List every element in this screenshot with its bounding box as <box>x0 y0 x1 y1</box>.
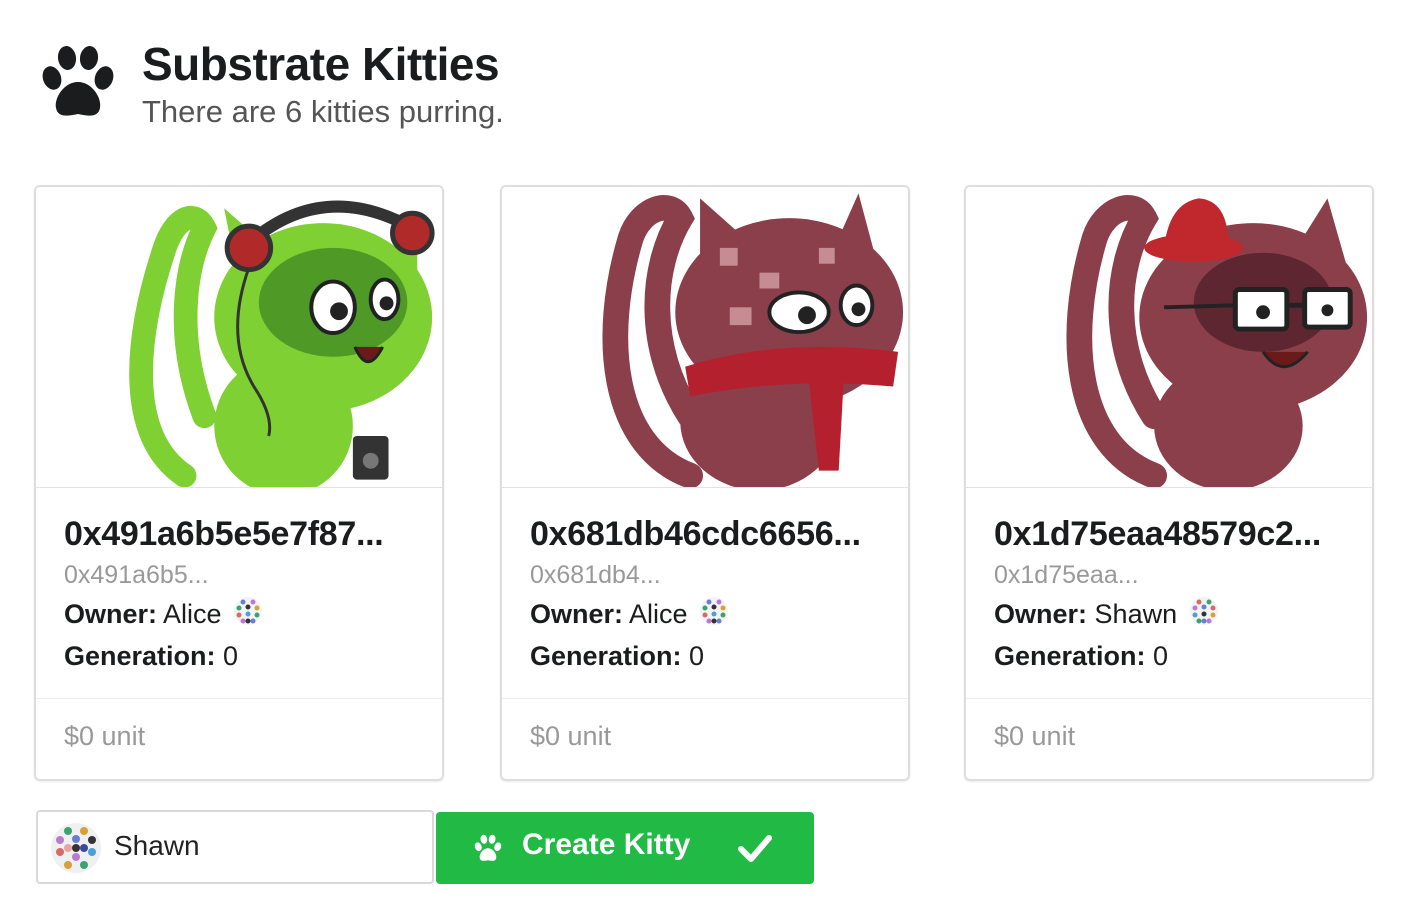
generation-value: 0 <box>223 641 239 671</box>
maroon-cat-with-hat-and-glasses-image <box>1066 195 1368 487</box>
generation-label: Generation: <box>530 641 682 671</box>
maroon-cat-with-scarf-image <box>602 193 904 487</box>
kitty-generation: Generation: 0 <box>64 637 422 675</box>
generation-label: Generation: <box>994 641 1146 671</box>
identicon-icon <box>1189 597 1218 625</box>
card-footer: $0 unit <box>36 698 442 779</box>
generation-value: 0 <box>1153 641 1169 671</box>
kitty-id: 0x1d75eaa48579c2... <box>994 515 1322 553</box>
kitty-card[interactable]: 0x491a6b5e5e7f87... 0x491a6b5... Owner: … <box>34 185 444 781</box>
kitty-image <box>36 187 442 488</box>
owner-label: Owner: <box>994 599 1088 629</box>
kitty-price: $0 unit <box>994 721 1076 751</box>
green-cat-with-headphones-image <box>129 200 435 487</box>
kitty-card[interactable]: 0x681db46cdc6656... 0x681db4... Owner: A… <box>500 185 910 781</box>
kitty-image <box>966 187 1372 488</box>
generation-label: Generation: <box>64 641 216 671</box>
kitty-id-short: 0x1d75eaa... <box>994 561 1139 589</box>
paw-icon <box>42 46 114 116</box>
identicon-icon <box>700 597 729 625</box>
account-name: Shawn <box>114 830 200 861</box>
generation-value: 0 <box>689 641 705 671</box>
paw-icon <box>474 834 502 861</box>
owner-name: Alice <box>629 599 688 629</box>
kitty-price: $0 unit <box>64 721 146 751</box>
kitty-owner: Owner: Shawn <box>994 595 1352 633</box>
owner-name: Shawn <box>1094 599 1178 629</box>
page-title: Substrate Kitties <box>142 38 500 90</box>
card-footer: $0 unit <box>502 698 908 779</box>
kitty-owner: Owner: Alice <box>64 595 422 633</box>
kitty-card[interactable]: 0x1d75eaa48579c2... 0x1d75eaa... Owner: … <box>964 185 1374 781</box>
kitty-id: 0x681db46cdc6656... <box>530 515 861 553</box>
card-footer: $0 unit <box>966 698 1372 779</box>
kitty-id-short: 0x681db4... <box>530 561 661 589</box>
page-subtitle: There are 6 kitties purring. <box>142 94 504 129</box>
create-kitty-label: Create Kitty <box>522 828 691 861</box>
kitty-generation: Generation: 0 <box>994 637 1352 675</box>
identicon-icon <box>234 597 263 625</box>
create-kitty-button[interactable]: Create Kitty <box>436 812 814 884</box>
owner-label: Owner: <box>64 599 158 629</box>
account-selector[interactable]: Shawn <box>36 810 434 884</box>
kitty-generation: Generation: 0 <box>530 637 888 675</box>
owner-name: Alice <box>163 599 222 629</box>
kitty-owner: Owner: Alice <box>530 595 888 633</box>
check-icon <box>738 835 772 862</box>
kitty-id-short: 0x491a6b5... <box>64 561 209 589</box>
kitty-id: 0x491a6b5e5e7f87... <box>64 515 384 553</box>
page-header: Substrate Kitties There are 6 kitties pu… <box>38 36 738 136</box>
identicon-avatar-icon <box>51 823 101 873</box>
kitty-image <box>502 187 908 488</box>
kitty-price: $0 unit <box>530 721 612 751</box>
owner-label: Owner: <box>530 599 624 629</box>
